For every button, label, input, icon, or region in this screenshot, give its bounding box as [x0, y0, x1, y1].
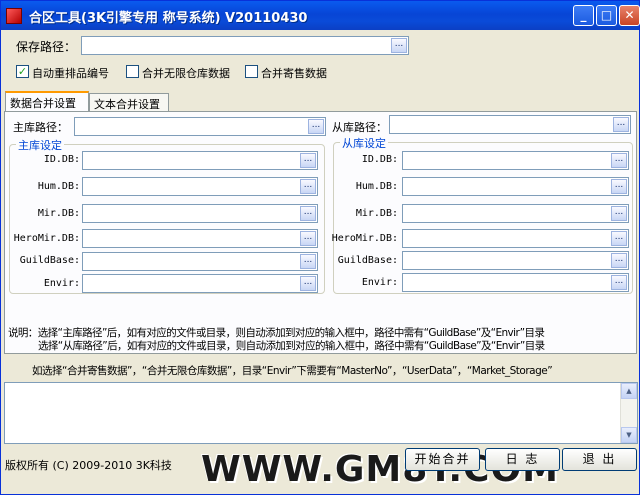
- slave-path-input[interactable]: ...: [389, 115, 631, 134]
- slave-humdb-browse-button[interactable]: ...: [611, 179, 627, 194]
- app-window: 合区工具(3K引擎专用 称号系统) V20110430 _ □ ✕ 保存路径： …: [0, 0, 640, 495]
- log-textarea[interactable]: ▲ ▼: [4, 382, 638, 444]
- main-heromirdb-input[interactable]: ...: [82, 229, 318, 248]
- slave-path-label: 从库路径：: [332, 121, 387, 134]
- slave-humdb-input[interactable]: ...: [402, 177, 629, 196]
- checkbox-merge-consignment-label[interactable]: 合并寄售数据: [261, 65, 327, 81]
- close-button[interactable]: ✕: [619, 5, 640, 26]
- slave-mirdb-label: Mir.DB:: [355, 208, 398, 219]
- checkbox-renumber-label[interactable]: 自动重排品编号: [32, 65, 109, 81]
- main-heromirdb-browse-button[interactable]: ...: [300, 231, 316, 246]
- main-humdb-label: Hum.DB:: [37, 181, 80, 192]
- checkbox-merge-consignment[interactable]: [245, 65, 258, 78]
- main-humdb-browse-button[interactable]: ...: [300, 179, 316, 194]
- main-mirdb-input[interactable]: ...: [82, 204, 318, 223]
- note-line-3: 如选择“合并寄售数据”，“合并无限仓库数据”，目录“Envir”下需要有“Mas…: [32, 365, 553, 377]
- slave-humdb-label: Hum.DB:: [355, 181, 398, 192]
- log-button[interactable]: 日 志: [485, 448, 560, 471]
- slave-heromirdb-input[interactable]: ...: [402, 229, 629, 248]
- main-iddb-browse-button[interactable]: ...: [300, 153, 316, 168]
- main-heromirdb-label: HeroMir.DB:: [13, 233, 80, 244]
- main-iddb-input[interactable]: ...: [82, 151, 318, 170]
- scroll-up-icon[interactable]: ▲: [621, 383, 637, 399]
- app-icon: [6, 8, 22, 24]
- slave-guildbase-label: GuildBase:: [337, 255, 398, 266]
- window-title: 合区工具(3K引擎专用 称号系统) V20110430: [29, 11, 308, 26]
- checkbox-merge-warehouse[interactable]: [126, 65, 139, 78]
- note-line-2: 选择“从库路径”后，如有对应的文件或目录，则自动添加到对应的输入框中，路径中需有…: [38, 340, 545, 352]
- main-guildbase-input[interactable]: ...: [82, 252, 318, 271]
- slave-envir-input[interactable]: ...: [402, 273, 629, 292]
- copyright-text: 版权所有 (C) 2009-2010 3K科技: [5, 459, 172, 472]
- maximize-button[interactable]: □: [596, 5, 617, 26]
- main-settings-title: 主库设定: [16, 137, 64, 153]
- main-humdb-input[interactable]: ...: [82, 177, 318, 196]
- save-path-label: 保存路径：: [16, 40, 77, 54]
- checkbox-merge-warehouse-label[interactable]: 合并无限仓库数据: [142, 65, 230, 81]
- main-iddb-label: ID.DB:: [43, 154, 80, 165]
- log-scrollbar[interactable]: ▲ ▼: [620, 383, 637, 443]
- main-path-browse-button[interactable]: ...: [308, 119, 324, 134]
- tab-panel: 主库路径： ... 从库路径： ... 主库设定 ID.DB: ... Hum.…: [4, 111, 637, 354]
- slave-path-browse-button[interactable]: ...: [613, 117, 629, 132]
- start-merge-button[interactable]: 开始合并: [405, 448, 480, 471]
- slave-heromirdb-label: HeroMir.DB:: [331, 233, 398, 244]
- exit-button[interactable]: 退 出: [562, 448, 637, 471]
- main-settings-group: 主库设定 ID.DB: ... Hum.DB: ... Mir.DB: ... …: [9, 137, 325, 294]
- slave-guildbase-input[interactable]: ...: [402, 251, 629, 270]
- main-envir-browse-button[interactable]: ...: [300, 276, 316, 291]
- scroll-down-icon[interactable]: ▼: [621, 427, 637, 443]
- slave-envir-browse-button[interactable]: ...: [611, 275, 627, 290]
- main-path-label: 主库路径：: [13, 121, 68, 134]
- save-path-browse-button[interactable]: ...: [391, 38, 407, 53]
- slave-mirdb-input[interactable]: ...: [402, 204, 629, 223]
- slave-mirdb-browse-button[interactable]: ...: [611, 206, 627, 221]
- slave-settings-title: 从库设定: [340, 135, 388, 151]
- main-envir-label: Envir:: [43, 278, 80, 289]
- slave-iddb-input[interactable]: ...: [402, 151, 629, 170]
- slave-guildbase-browse-button[interactable]: ...: [611, 253, 627, 268]
- tab-data-merge[interactable]: 数据合并设置: [5, 91, 89, 112]
- main-guildbase-label: GuildBase:: [19, 255, 80, 266]
- slave-iddb-browse-button[interactable]: ...: [611, 153, 627, 168]
- slave-envir-label: Envir:: [361, 277, 398, 288]
- minimize-button[interactable]: _: [573, 5, 594, 26]
- tab-text-merge[interactable]: 文本合并设置: [89, 93, 169, 111]
- main-envir-input[interactable]: ...: [82, 274, 318, 293]
- slave-settings-group: 从库设定 ID.DB: ... Hum.DB: ... Mir.DB: ... …: [331, 135, 633, 294]
- title-bar[interactable]: 合区工具(3K引擎专用 称号系统) V20110430 _ □ ✕: [1, 1, 640, 30]
- main-path-input[interactable]: ...: [74, 117, 326, 136]
- save-path-input[interactable]: ...: [81, 36, 409, 55]
- main-guildbase-browse-button[interactable]: ...: [300, 254, 316, 269]
- main-mirdb-label: Mir.DB:: [37, 208, 80, 219]
- slave-iddb-label: ID.DB:: [361, 154, 398, 165]
- checkbox-renumber[interactable]: ✓: [16, 65, 29, 78]
- slave-heromirdb-browse-button[interactable]: ...: [611, 231, 627, 246]
- main-mirdb-browse-button[interactable]: ...: [300, 206, 316, 221]
